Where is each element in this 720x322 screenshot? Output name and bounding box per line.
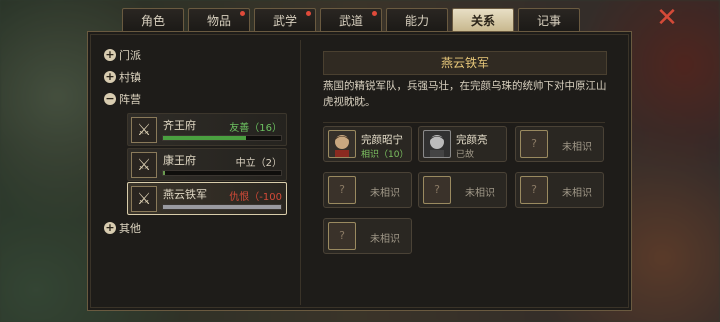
avatar (423, 130, 451, 158)
member-card-unknown[interactable]: ? 未相识 (418, 172, 507, 208)
tab-label: 关系 (470, 13, 495, 28)
tree-group-factions[interactable]: − 阵营 (104, 88, 294, 110)
tab-martial-way[interactable]: 武道 (320, 8, 382, 31)
avatar (328, 130, 356, 158)
member-card-unknown[interactable]: ? 未相识 (515, 172, 604, 208)
tree-group-label: 门派 (119, 49, 141, 62)
faction-name: 燕云铁军 (163, 188, 207, 201)
collapse-icon: − (104, 92, 116, 105)
member-card[interactable]: 完颜亮 已故 (418, 126, 507, 162)
unknown-avatar-icon: ? (328, 176, 356, 204)
tab-label: 武道 (338, 13, 363, 28)
faction-status: 仇恨（-100 (229, 192, 282, 203)
notification-dot (240, 11, 245, 16)
faction-description: 燕国的精锐军队，兵强马壮，在完颜乌珠的统帅下对中原江山虎视眈眈。 (323, 80, 607, 108)
tree-group-villages[interactable]: + 村镇 (104, 66, 294, 88)
member-name: 完颜昭宁 (361, 134, 403, 146)
expand-icon: + (104, 221, 116, 234)
member-card-unknown[interactable]: ? 未相识 (323, 218, 412, 254)
member-card-unknown[interactable]: ? 未相识 (515, 126, 604, 162)
tab-label: 武学 (272, 13, 297, 28)
unknown-avatar-icon: ? (520, 130, 548, 158)
faction-detail: 燕云铁军 燕国的精锐军队，兵强马壮，在完颜乌珠的统帅下对中原江山虎视眈眈。 完颜… (300, 40, 626, 305)
expand-icon: + (104, 48, 116, 61)
notification-dot (372, 11, 377, 16)
faction-emblem-icon: ⚔ (131, 152, 157, 178)
tab-journal[interactable]: 记事 (518, 8, 580, 31)
reputation-bar (162, 204, 282, 210)
unknown-avatar-icon: ? (328, 222, 356, 250)
reputation-bar (162, 170, 282, 176)
tab-relations[interactable]: 关系 (452, 8, 514, 31)
faction-name: 康王府 (163, 154, 196, 167)
member-unknown-label: 未相识 (562, 188, 592, 199)
faction-status: 中立（2） (235, 158, 282, 169)
reputation-bar-fill (163, 171, 166, 175)
member-unknown-label: 未相识 (465, 188, 495, 199)
tree-group-label: 阵营 (119, 93, 141, 106)
faction-title: 燕云铁军 (323, 51, 607, 75)
tab-label: 物品 (206, 13, 231, 28)
tab-character[interactable]: 角色 (122, 8, 184, 31)
tree-group-sects[interactable]: + 门派 (104, 44, 294, 66)
faction-emblem-icon: ⚔ (131, 117, 157, 143)
tree-group-label: 村镇 (119, 71, 141, 84)
faction-item[interactable]: ⚔ 康王府 中立（2） (127, 148, 287, 181)
unknown-avatar-icon: ? (520, 176, 548, 204)
faction-status: 友善（16） (229, 123, 282, 134)
member-relation: 相识（10） (361, 150, 409, 160)
tab-bar: 角色 物品 武学 武道 能力 关系 记事 (122, 8, 580, 31)
member-name: 完颜亮 (456, 134, 488, 146)
notification-dot (306, 11, 311, 16)
member-unknown-label: 未相识 (370, 234, 400, 245)
reputation-bar-fill (163, 136, 246, 140)
faction-item[interactable]: ⚔ 齐王府 友善（16） (127, 113, 287, 146)
tab-abilities[interactable]: 能力 (386, 8, 448, 31)
member-unknown-label: 未相识 (370, 188, 400, 199)
tree-group-label: 其他 (119, 222, 141, 235)
faction-name: 齐王府 (163, 119, 196, 132)
faction-emblem-icon: ⚔ (131, 186, 157, 212)
reputation-bar-fill (163, 205, 281, 209)
relation-tree: + 门派 + 村镇 − 阵营 (104, 44, 294, 110)
member-unknown-label: 未相识 (562, 142, 592, 153)
close-icon[interactable]: ✕ (655, 5, 679, 31)
faction-item-selected[interactable]: ⚔ 燕云铁军 仇恨（-100 (127, 182, 287, 215)
tree-group-other[interactable]: + 其他 (104, 217, 141, 239)
tab-label: 角色 (140, 13, 165, 28)
tab-label: 记事 (536, 13, 561, 28)
member-card[interactable]: 完颜昭宁 相识（10） (323, 126, 412, 162)
member-status: 已故 (456, 150, 475, 160)
member-card-unknown[interactable]: ? 未相识 (323, 172, 412, 208)
divider (323, 122, 605, 123)
reputation-bar (162, 135, 282, 141)
tab-items[interactable]: 物品 (188, 8, 250, 31)
tab-martial-arts[interactable]: 武学 (254, 8, 316, 31)
unknown-avatar-icon: ? (423, 176, 451, 204)
tab-label: 能力 (404, 13, 429, 28)
expand-icon: + (104, 70, 116, 83)
